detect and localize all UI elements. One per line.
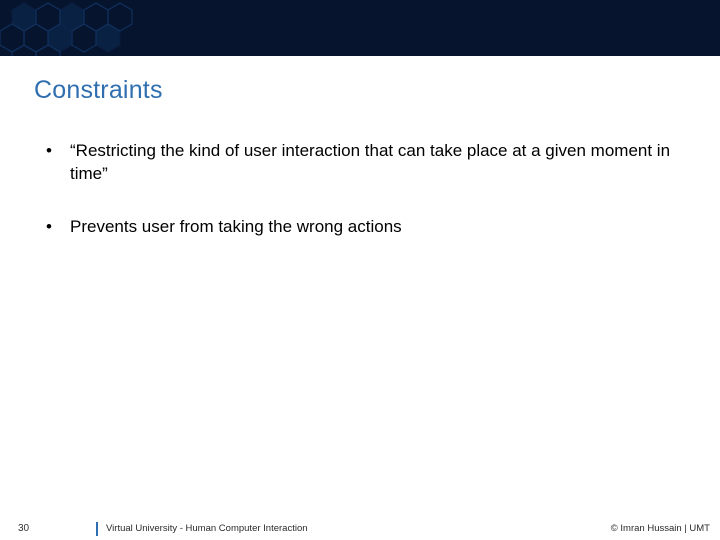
bullet-text: Prevents user from taking the wrong acti… [70,216,680,239]
bullet-text: “Restricting the kind of user interactio… [70,140,680,186]
slide-content: • “Restricting the kind of user interact… [46,140,680,269]
bullet-item: • Prevents user from taking the wrong ac… [46,216,680,239]
slide-title: Constraints [34,76,163,105]
hex-pattern-icon [0,0,280,56]
footer-course: Virtual University - Human Computer Inte… [106,523,308,534]
slide: Constraints • “Restricting the kind of u… [0,0,720,540]
footer-divider [96,522,98,536]
bullet-item: • “Restricting the kind of user interact… [46,140,680,186]
page-number: 30 [18,523,29,534]
footer: 30 Virtual University - Human Computer I… [0,518,720,540]
footer-copyright: © Imran Hussain | UMT [611,523,710,534]
header-band [0,0,720,56]
bullet-marker: • [46,140,70,186]
bullet-marker: • [46,216,70,239]
